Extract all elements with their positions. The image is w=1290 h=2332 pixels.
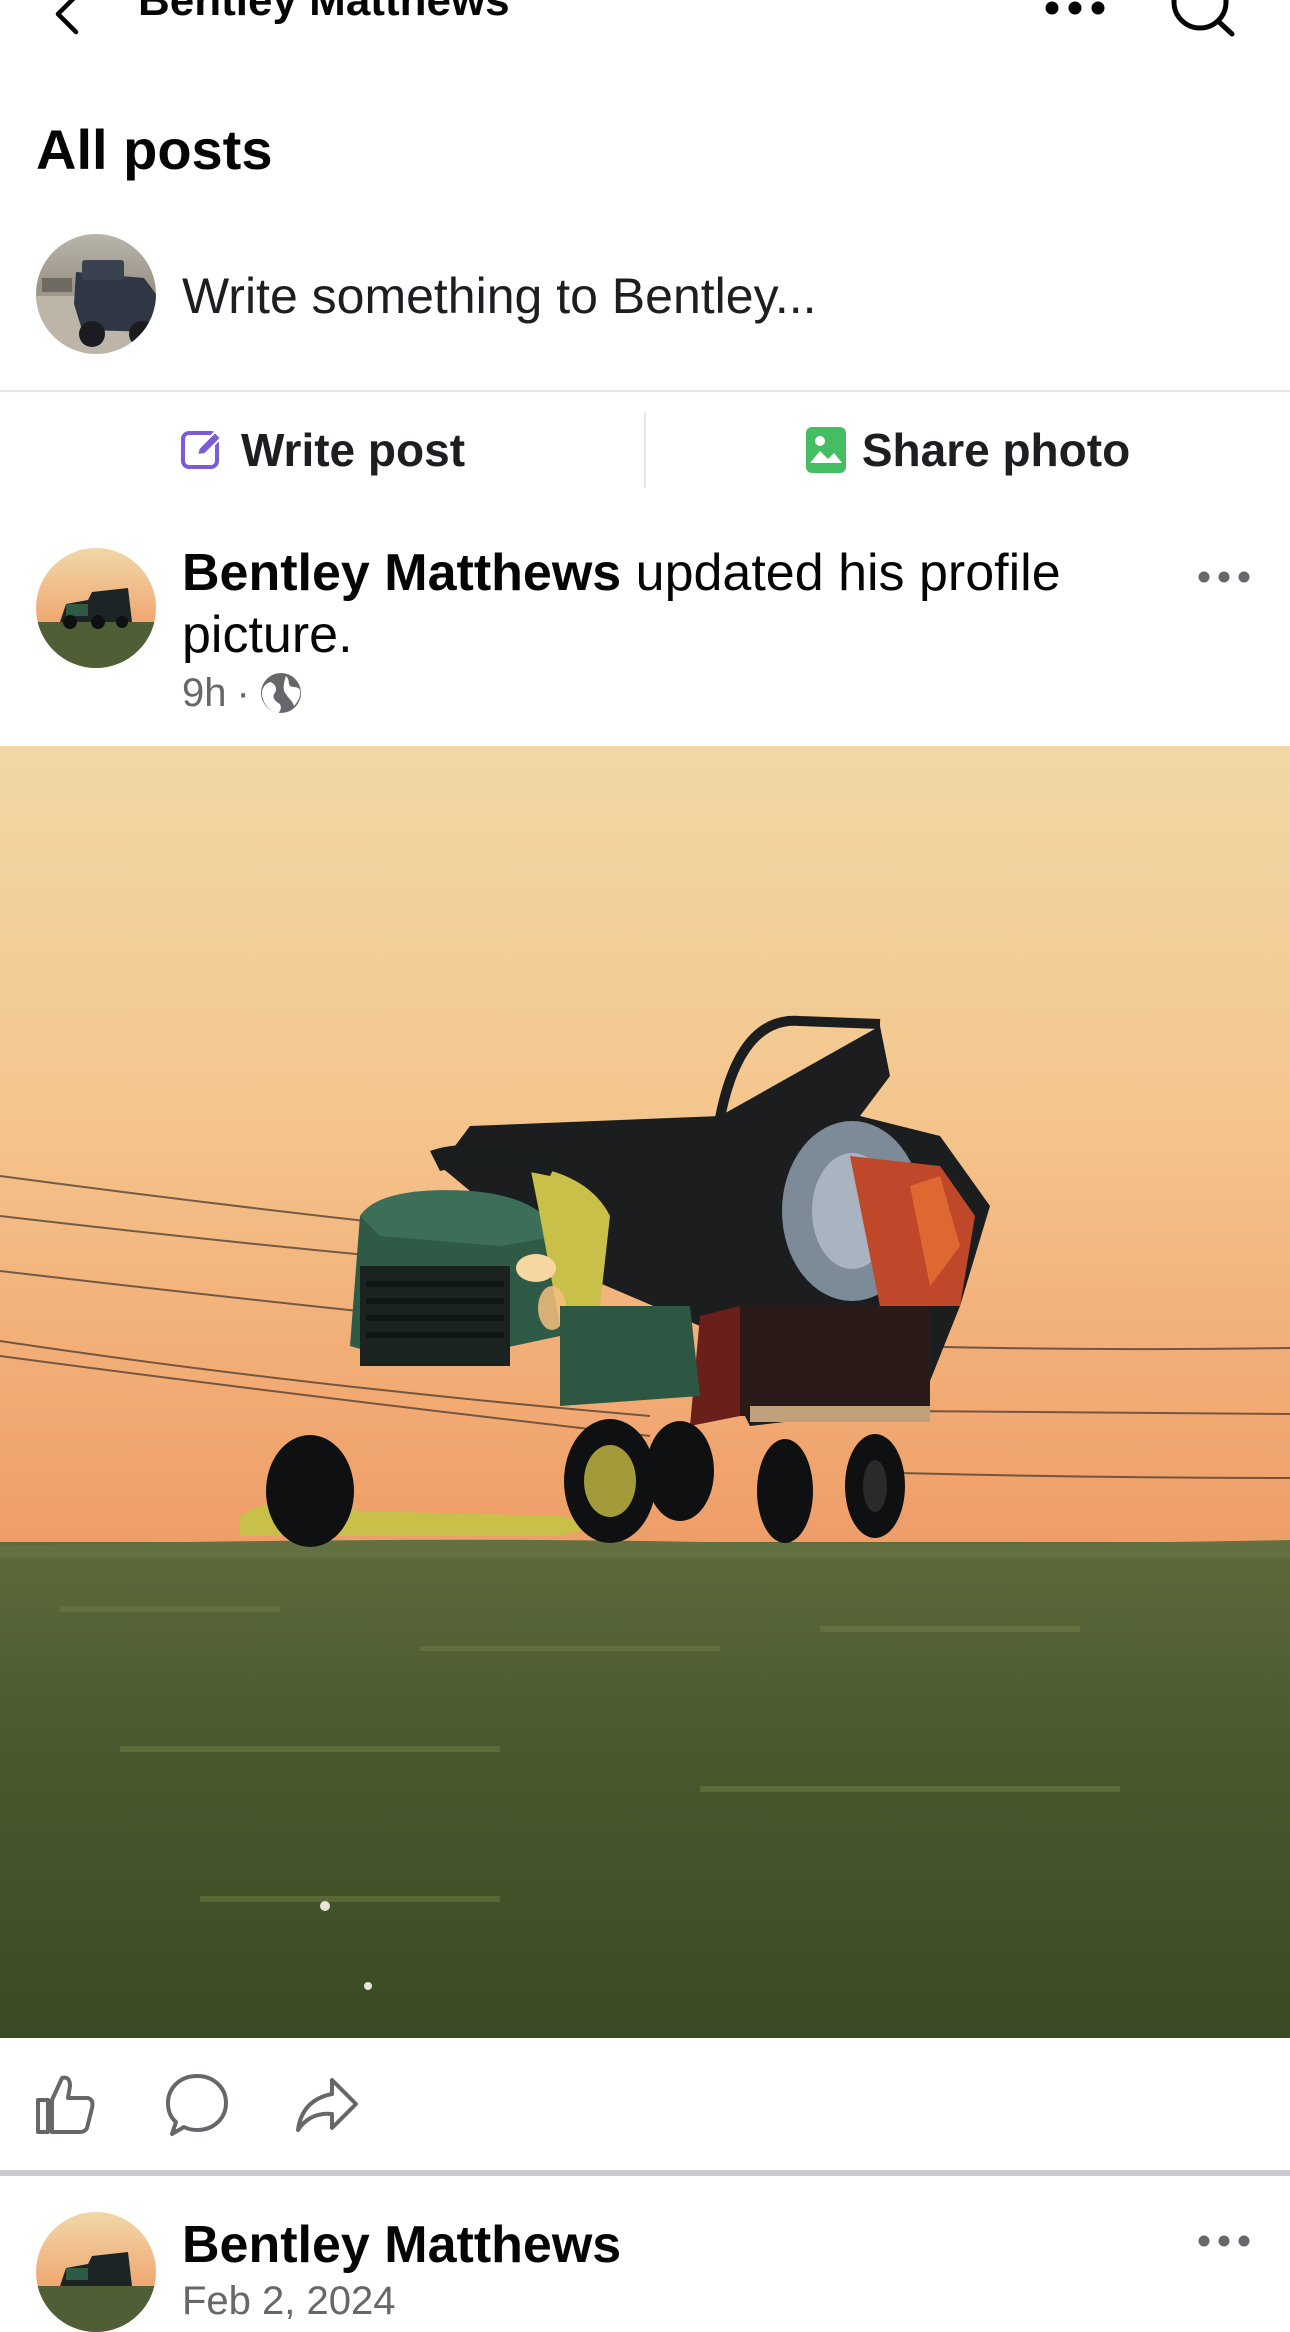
page-title: Bentley Matthews [138, 0, 510, 25]
post-time[interactable]: 9h [182, 668, 227, 718]
edit-icon [180, 430, 223, 469]
share-photo-button[interactable]: Share photo [646, 402, 1290, 498]
share-photo-label: Share photo [861, 424, 1131, 476]
search-icon[interactable] [1166, 0, 1238, 42]
post-author-name[interactable]: Bentley Matthews [182, 2214, 621, 2276]
chevron-left-icon[interactable] [44, 0, 94, 42]
divider [0, 390, 1290, 392]
composer-avatar[interactable] [36, 234, 156, 354]
post-photo[interactable] [0, 746, 1290, 2038]
like-icon[interactable] [32, 2072, 98, 2138]
write-post-button[interactable]: Write post [0, 402, 644, 498]
post-meta: 9h · [182, 668, 302, 718]
feed-separator [0, 2170, 1290, 2176]
meta-separator: · [236, 671, 250, 715]
write-post-label: Write post [240, 424, 466, 476]
photo-icon [805, 427, 846, 473]
more-horizontal-icon[interactable] [1040, 0, 1110, 28]
post-header: Bentley Matthews updated his profile pic… [182, 542, 1162, 666]
post-date[interactable]: Feb 2, 2024 [182, 2276, 396, 2326]
more-horizontal-icon[interactable] [1196, 562, 1252, 592]
composer-input[interactable]: Write something to Bentley... [182, 266, 817, 326]
share-icon[interactable] [294, 2072, 360, 2138]
globe-icon [260, 673, 301, 713]
post-author-avatar[interactable] [36, 2212, 156, 2332]
more-horizontal-icon[interactable] [1196, 2226, 1252, 2256]
post-author-avatar[interactable] [36, 548, 156, 668]
post-author-name[interactable]: Bentley Matthews [182, 544, 621, 602]
comment-icon[interactable] [164, 2072, 230, 2138]
section-title: All posts [36, 118, 273, 181]
